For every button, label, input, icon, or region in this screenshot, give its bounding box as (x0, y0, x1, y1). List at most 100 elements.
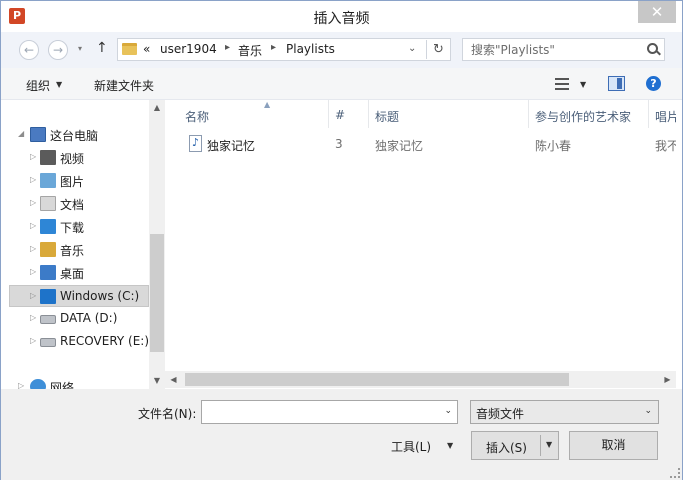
column-header-artists[interactable]: 参与创作的艺术家 (529, 100, 649, 128)
file-list[interactable]: 名称 ▲ # 标题 参与创作的艺术家 唱片 独家记忆 3 独家记忆 陈小春 我不 (165, 100, 676, 389)
documents-folder-icon (40, 196, 56, 211)
scrollbar-thumb[interactable] (185, 373, 569, 386)
address-bar[interactable]: « user1904 ▸ 音乐 ▸ Playlists ⌄ ↻ (117, 38, 451, 61)
file-row[interactable]: 独家记忆 3 独家记忆 陈小春 我不 (165, 133, 676, 155)
music-folder-icon (40, 242, 56, 257)
filename-combobox[interactable]: ⌄ (201, 400, 458, 424)
breadcrumb-overflow[interactable]: « (143, 42, 150, 56)
filename-history-chevron-icon[interactable]: ⌄ (444, 406, 452, 416)
preview-pane-icon[interactable] (608, 76, 625, 91)
tree-item-documents[interactable]: ▷ 文档 (9, 193, 159, 215)
tree-collapse-icon[interactable]: ▷ (30, 336, 36, 345)
file-type-select[interactable]: 音频文件 ⌄ (470, 400, 659, 424)
tree-collapse-icon[interactable]: ▷ (30, 267, 36, 276)
file-name: 独家记忆 (207, 139, 256, 153)
tree-collapse-icon[interactable]: ▷ (30, 198, 36, 207)
tools-menu-button[interactable]: 工具(L) (391, 438, 431, 455)
filename-input[interactable] (206, 404, 431, 420)
pictures-folder-icon (40, 173, 56, 188)
file-artist: 陈小春 (535, 139, 572, 153)
search-input[interactable] (471, 41, 636, 58)
sort-ascending-icon: ▲ (264, 100, 271, 109)
tree-item-music[interactable]: ▷ 音乐 (9, 239, 159, 261)
folder-icon (122, 43, 137, 55)
column-header-label: 参与创作的艺术家 (535, 110, 632, 124)
new-folder-button[interactable]: 新建文件夹 (94, 77, 154, 94)
insert-button[interactable]: 插入(S) ▼ (471, 431, 559, 460)
close-button[interactable]: ✕ (638, 1, 676, 23)
file-list-horizontal-scrollbar[interactable]: ◀ ▶ (165, 371, 676, 388)
music-file-icon (189, 135, 202, 152)
tree-collapse-icon[interactable]: ▷ (30, 221, 36, 230)
breadcrumb-separator-icon[interactable]: ▸ (225, 42, 230, 53)
scrollbar-thumb[interactable] (150, 234, 164, 352)
tree-item-windows-c[interactable]: ▷ Windows (C:) (9, 285, 149, 307)
breadcrumb-playlists[interactable]: Playlists (286, 42, 335, 56)
recent-locations-chevron-icon[interactable]: ▾ (78, 44, 82, 53)
search-box[interactable] (462, 38, 665, 61)
split-divider (540, 435, 541, 456)
dialog-footer: 文件名(N): ⌄ 音频文件 ⌄ 工具(L) ▼ 插入(S) ▼ 取消 (1, 389, 682, 480)
downloads-folder-icon (40, 219, 56, 234)
tree-item-label: 网络 (50, 381, 75, 389)
search-icon[interactable] (647, 43, 658, 54)
details-view-icon[interactable] (555, 78, 569, 90)
tree-collapse-icon[interactable]: ▷ (30, 313, 36, 322)
tree-collapse-icon[interactable]: ▷ (30, 175, 36, 184)
command-toolbar: 组织 ▼ 新建文件夹 ▼ ? (1, 68, 682, 100)
tree-item-videos[interactable]: ▷ 视频 (9, 147, 159, 169)
scroll-right-arrow-icon[interactable]: ▶ (659, 371, 676, 388)
forward-button[interactable]: → (48, 40, 68, 60)
column-header-number[interactable]: # (329, 100, 369, 128)
tree-collapse-icon[interactable]: ▷ (30, 291, 36, 300)
breadcrumb-music[interactable]: 音乐 (238, 42, 262, 59)
tree-item-this-pc[interactable]: ◢ 这台电脑 (9, 124, 159, 146)
tree-item-label: 文档 (60, 198, 85, 212)
column-header-name[interactable]: 名称 ▲ (179, 100, 329, 128)
tree-item-pictures[interactable]: ▷ 图片 (9, 170, 159, 192)
tree-item-data-d[interactable]: ▷ DATA (D:) (9, 308, 159, 330)
refresh-icon[interactable]: ↻ (426, 40, 450, 59)
resize-grip-icon[interactable] (670, 468, 680, 478)
breadcrumb-user1904[interactable]: user1904 (160, 42, 217, 56)
organize-dropdown-icon[interactable]: ▼ (56, 80, 62, 89)
up-arrow-icon[interactable]: ↑ (96, 40, 108, 56)
dialog-title: 插入音频 (313, 11, 370, 27)
column-header-title[interactable]: 标题 (369, 100, 529, 128)
tree-item-recovery-e[interactable]: ▷ RECOVERY (E:) (9, 331, 159, 353)
insert-audio-dialog: P 插入音频 ✕ ← → ▾ ↑ « user1904 ▸ 音乐 ▸ Playl… (0, 0, 683, 480)
breadcrumb-separator-icon[interactable]: ▸ (271, 42, 276, 53)
help-icon[interactable]: ? (646, 76, 661, 91)
insert-options-dropdown-icon[interactable]: ▼ (546, 440, 552, 449)
tree-item-downloads[interactable]: ▷ 下载 (9, 216, 159, 238)
tree-item-label: RECOVERY (E:) (60, 334, 150, 348)
address-history-chevron-icon[interactable]: ⌄ (408, 43, 416, 54)
drive-icon (40, 338, 56, 347)
network-icon (30, 379, 46, 389)
column-header-album[interactable]: 唱片 (649, 100, 676, 128)
tree-item-label: 这台电脑 (50, 129, 99, 143)
file-title: 独家记忆 (375, 139, 424, 153)
cancel-button[interactable]: 取消 (569, 431, 658, 460)
tree-expand-icon[interactable]: ◢ (18, 129, 24, 138)
tree-item-network[interactable]: ▷ 网络 (9, 376, 159, 389)
column-header-label: 唱片 (655, 110, 676, 124)
insert-button-label: 插入(S) (486, 441, 527, 455)
organize-button[interactable]: 组织 (26, 77, 50, 94)
scroll-up-arrow-icon[interactable]: ▲ (149, 100, 165, 116)
column-header-label: 名称 (185, 110, 210, 124)
videos-folder-icon (40, 150, 56, 165)
tree-item-desktop[interactable]: ▷ 桌面 (9, 262, 159, 284)
navigation-pane-scrollbar[interactable]: ▲ ▼ (149, 100, 165, 389)
navigation-pane[interactable]: ◢ 这台电脑 ▷ 视频 ▷ 图片 ▷ 文档 ▷ 下载 ▷ 音乐 ▷ 桌面 ▷ W… (1, 100, 165, 389)
tree-collapse-icon[interactable]: ▷ (30, 244, 36, 253)
tree-collapse-icon[interactable]: ▷ (18, 381, 24, 389)
back-button[interactable]: ← (19, 40, 39, 60)
tree-collapse-icon[interactable]: ▷ (30, 152, 36, 161)
scroll-left-arrow-icon[interactable]: ◀ (165, 371, 182, 388)
view-options-dropdown-icon[interactable]: ▼ (580, 80, 586, 89)
tree-item-label: Windows (C:) (60, 289, 140, 303)
scroll-down-arrow-icon[interactable]: ▼ (149, 373, 165, 389)
title-bar: P 插入音频 ✕ (1, 1, 682, 32)
tools-dropdown-icon[interactable]: ▼ (447, 441, 453, 450)
